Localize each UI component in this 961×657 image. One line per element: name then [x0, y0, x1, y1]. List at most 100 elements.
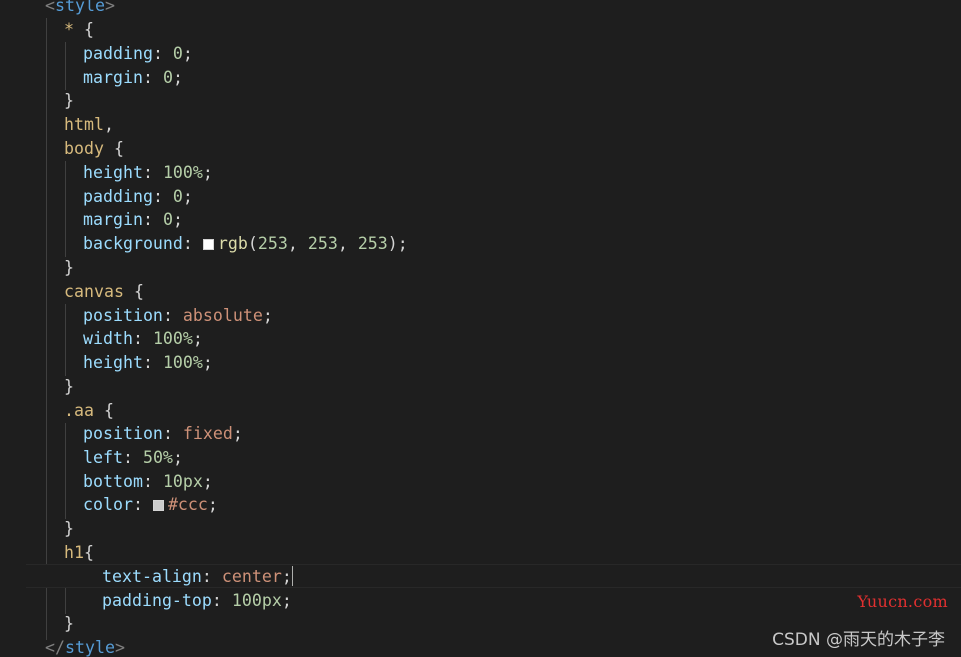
semicolon: ; — [172, 210, 183, 229]
brace: } — [64, 614, 74, 633]
code-line[interactable]: html, — [0, 113, 961, 137]
css-property: height — [83, 353, 143, 372]
code-line[interactable]: h1{ — [0, 541, 961, 565]
semicolon: ; — [202, 353, 213, 372]
colon: : — [152, 187, 173, 206]
css-property: color — [83, 495, 133, 514]
code-line[interactable]: background: rgb(253, 253, 253); — [0, 232, 961, 256]
semicolon: ; — [192, 329, 203, 348]
code-line[interactable]: padding: 0; — [0, 185, 961, 209]
css-value: #ccc — [167, 495, 208, 514]
code-line[interactable]: padding: 0; — [0, 42, 961, 66]
brace: } — [64, 91, 74, 110]
colon: : — [211, 591, 232, 610]
code-line[interactable]: margin: 0; — [0, 66, 961, 90]
tag-name: style — [55, 0, 105, 15]
code-line[interactable]: } — [0, 375, 961, 399]
brace: { — [83, 543, 94, 562]
separator: , — [337, 234, 358, 253]
code-line[interactable]: position: fixed; — [0, 422, 961, 446]
css-value: 100% — [152, 329, 193, 348]
brace: } — [64, 258, 74, 277]
author-watermark: CSDN @雨天的木子李 — [772, 630, 945, 650]
css-property: padding — [83, 187, 153, 206]
code-line[interactable]: left: 50%; — [0, 446, 961, 470]
css-value: 100% — [162, 163, 203, 182]
css-property: padding-top — [102, 591, 212, 610]
css-value: 50% — [142, 448, 173, 467]
paren: ) — [387, 234, 398, 253]
css-property: background — [83, 234, 183, 253]
colon: : — [132, 495, 153, 514]
code-line[interactable]: body { — [0, 137, 961, 161]
colon: : — [142, 472, 163, 491]
css-value: 253 — [257, 234, 288, 253]
css-selector: body — [64, 139, 104, 158]
code-line[interactable]: <style> — [0, 0, 961, 18]
css-value: 10px — [162, 472, 203, 491]
css-value: 253 — [307, 234, 338, 253]
css-property: position — [83, 306, 163, 325]
colon: : — [142, 68, 163, 87]
code-line[interactable]: } — [0, 89, 961, 113]
css-value: 0 — [162, 210, 173, 229]
semicolon: ; — [281, 591, 292, 610]
code-line[interactable]: padding-top: 100px; — [0, 589, 961, 613]
semicolon: ; — [207, 495, 218, 514]
brace: } — [64, 377, 74, 396]
code-line[interactable]: * { — [0, 18, 961, 42]
colon: : — [162, 424, 183, 443]
code-line[interactable]: position: absolute; — [0, 304, 961, 328]
code-line[interactable]: .aa { — [0, 399, 961, 423]
tag-bracket: > — [104, 0, 115, 15]
current-code-line[interactable]: text-align: center; — [26, 564, 961, 588]
semicolon: ; — [281, 567, 292, 586]
code-line[interactable]: } — [0, 517, 961, 541]
code-line[interactable]: width: 100%; — [0, 327, 961, 351]
code-line[interactable]: color: #ccc; — [0, 493, 961, 517]
color-swatch[interactable] — [152, 500, 164, 511]
css-selector: .aa — [64, 401, 94, 420]
css-value: 100% — [162, 353, 203, 372]
css-value: center — [221, 567, 282, 586]
colon: : — [142, 353, 163, 372]
code-line[interactable]: } — [0, 256, 961, 280]
semicolon: ; — [172, 68, 183, 87]
css-selector: h1 — [64, 543, 84, 562]
tag-bracket: > — [114, 638, 125, 657]
css-selector: canvas — [64, 282, 124, 301]
code-line[interactable]: height: 100%; — [0, 161, 961, 185]
css-value: fixed — [182, 424, 233, 443]
semicolon: ; — [172, 448, 183, 467]
colon: : — [142, 163, 163, 182]
code-line[interactable]: canvas { — [0, 280, 961, 304]
css-value: 0 — [172, 187, 183, 206]
css-value: 0 — [172, 44, 183, 63]
css-property: margin — [83, 68, 143, 87]
semicolon: ; — [397, 234, 408, 253]
semicolon: ; — [202, 163, 213, 182]
semicolon: ; — [262, 306, 273, 325]
code-line[interactable]: margin: 0; — [0, 208, 961, 232]
comma: , — [103, 115, 114, 134]
code-editor[interactable]: <style> * { padding: 0; margin: 0; } htm… — [0, 0, 961, 657]
tag-name: style — [64, 638, 115, 657]
css-property: position — [83, 424, 163, 443]
code-line[interactable]: bottom: 10px; — [0, 470, 961, 494]
css-selector: html — [64, 115, 104, 134]
colon: : — [201, 567, 222, 586]
css-property: width — [83, 329, 133, 348]
tag-bracket: < — [45, 0, 55, 15]
semicolon: ; — [182, 187, 193, 206]
colon: : — [142, 210, 163, 229]
site-watermark: Yuucn.com — [857, 592, 948, 611]
color-swatch[interactable] — [202, 239, 214, 250]
brace: { — [74, 20, 94, 39]
code-line[interactable]: height: 100%; — [0, 351, 961, 375]
text-cursor — [291, 566, 293, 586]
css-function: rgb — [217, 234, 248, 253]
semicolon: ; — [182, 44, 193, 63]
css-selector: * — [64, 20, 74, 39]
brace: { — [123, 282, 144, 301]
css-value: absolute — [182, 306, 263, 325]
